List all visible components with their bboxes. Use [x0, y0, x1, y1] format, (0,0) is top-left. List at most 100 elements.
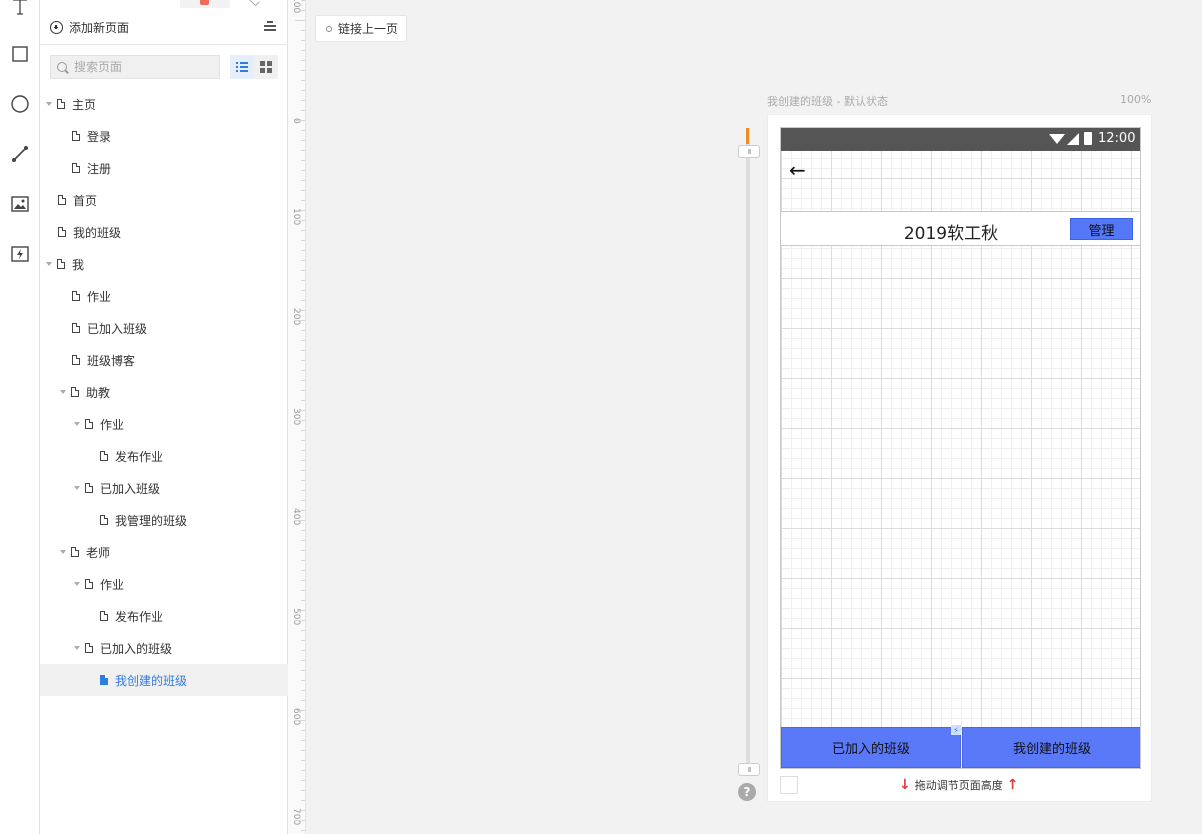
ruler-tick: [301, 560, 305, 561]
text-tool-icon[interactable]: [10, 0, 30, 16]
ruler-tick: [301, 530, 305, 531]
ruler-tick: [301, 150, 305, 151]
tree-item[interactable]: 作业: [40, 568, 288, 600]
help-button[interactable]: ?: [738, 783, 756, 801]
manage-button[interactable]: 管理: [1070, 218, 1133, 240]
panel-tabs: [180, 0, 280, 8]
sort-icon[interactable]: [264, 20, 276, 32]
tool-strip: [0, 0, 40, 834]
tree-item[interactable]: 我: [40, 248, 288, 280]
tree-item[interactable]: 首页: [40, 184, 288, 216]
height-slider-track[interactable]: [746, 128, 750, 770]
tree-item[interactable]: 注册: [40, 152, 288, 184]
tree-item[interactable]: 我的班级: [40, 216, 288, 248]
ruler-tick: [301, 490, 305, 491]
add-page-button[interactable]: 添加新页面: [50, 18, 278, 36]
tree-item[interactable]: 老师: [40, 536, 288, 568]
ruler-tick: [301, 610, 305, 611]
tree-item[interactable]: 已加入的班级: [40, 632, 288, 664]
top-drag-handle[interactable]: III: [738, 145, 760, 158]
tree-item-label: 作业: [100, 577, 125, 592]
back-arrow-icon[interactable]: ←: [789, 158, 806, 182]
caret-down-icon[interactable]: [46, 102, 52, 106]
frame-title: 我创建的班级 - 默认状态: [767, 95, 888, 108]
grid-view-icon: [260, 61, 272, 73]
ruler-tick: [301, 590, 305, 591]
rectangle-tool-icon[interactable]: [10, 44, 30, 64]
ruler-tick: [301, 380, 305, 381]
ruler-tick: [301, 330, 305, 331]
frame-checkbox[interactable]: [780, 776, 798, 794]
tree-item[interactable]: 助教: [40, 376, 288, 408]
ruler-tick: [301, 760, 305, 761]
tree-item-label: 首页: [73, 193, 98, 208]
ruler-tick: [301, 400, 305, 401]
tree-item-label: 班级博客: [87, 353, 136, 368]
caret-down-icon[interactable]: [60, 390, 66, 394]
ruler-tick: [301, 780, 305, 781]
tree-item-label: 我: [72, 257, 85, 272]
tree-item[interactable]: 班级博客: [40, 344, 288, 376]
tab-joined-classes[interactable]: 已加入的班级: [781, 727, 961, 768]
prev-page-link-button[interactable]: 链接上一页: [315, 15, 407, 42]
tree-item[interactable]: 登录: [40, 120, 288, 152]
ruler-tick: [301, 390, 305, 391]
bottom-drag-handle[interactable]: III: [738, 763, 760, 776]
tree-item[interactable]: 作业: [40, 408, 288, 440]
page-icon: [85, 483, 93, 493]
ellipse-tool-icon[interactable]: [10, 94, 30, 114]
ruler-tick: [301, 790, 305, 791]
caret-down-icon[interactable]: [74, 486, 80, 490]
interaction-flash-icon: ⚡: [951, 725, 961, 735]
ruler-tick: [301, 770, 305, 771]
tree-item[interactable]: 发布作业: [40, 600, 288, 632]
list-view-button[interactable]: [230, 55, 254, 79]
zoom-level[interactable]: 100%: [1120, 93, 1151, 106]
hotspot-tool-icon[interactable]: [10, 244, 30, 264]
status-time: 12:00: [1098, 131, 1136, 146]
tree-item[interactable]: 作业: [40, 280, 288, 312]
caret-down-icon[interactable]: [74, 646, 80, 650]
ruler-tick: [301, 750, 305, 751]
tab-created-classes[interactable]: 我创建的班级: [962, 727, 1140, 768]
ruler-tick: [301, 90, 305, 91]
page-icon: [100, 675, 108, 685]
ruler-tick: [295, 120, 305, 121]
ruler-tick: [295, 220, 305, 221]
ruler-tick: [295, 520, 305, 521]
list-view-icon: [236, 62, 248, 72]
tree-item[interactable]: 主页: [40, 88, 288, 120]
tree-item-label: 发布作业: [115, 449, 164, 464]
caret-down-icon[interactable]: [60, 550, 66, 554]
ruler-tick: [301, 510, 305, 511]
phone-screen: 12:00 ← 2019软工秋 管理 已加入的班级 我创建的班级 ⚡: [780, 127, 1141, 769]
tab-pages[interactable]: [180, 0, 230, 8]
caret-down-icon[interactable]: [74, 582, 80, 586]
image-tool-icon[interactable]: [10, 194, 30, 214]
ruler-tick: [295, 720, 305, 721]
caret-down-icon[interactable]: [46, 262, 52, 266]
tree-item[interactable]: 已加入班级: [40, 312, 288, 344]
tree-item[interactable]: 我管理的班级: [40, 504, 288, 536]
search-box[interactable]: [50, 55, 220, 79]
tree-item[interactable]: 已加入班级: [40, 472, 288, 504]
tree-item[interactable]: 发布作业: [40, 440, 288, 472]
ruler-tick: [301, 260, 305, 261]
components-tab-icon[interactable]: [249, 0, 260, 7]
ruler-tick: [301, 500, 305, 501]
tree-item-label: 已加入的班级: [100, 641, 173, 656]
ruler-tick: [301, 310, 305, 311]
line-tool-icon[interactable]: [10, 144, 30, 164]
ruler-tick: [301, 70, 305, 71]
ruler-tick: [301, 580, 305, 581]
ruler-tick: [295, 820, 305, 821]
height-top-marker: [746, 128, 749, 144]
tree-item[interactable]: 我创建的班级: [40, 664, 288, 696]
panel-divider: [40, 44, 288, 45]
search-input[interactable]: [74, 60, 204, 74]
tree-item-label: 助教: [86, 385, 111, 400]
grid-view-button[interactable]: [254, 55, 278, 79]
ruler-tick: [301, 550, 305, 551]
caret-down-icon[interactable]: [74, 422, 80, 426]
ruler-tick: [301, 30, 305, 31]
